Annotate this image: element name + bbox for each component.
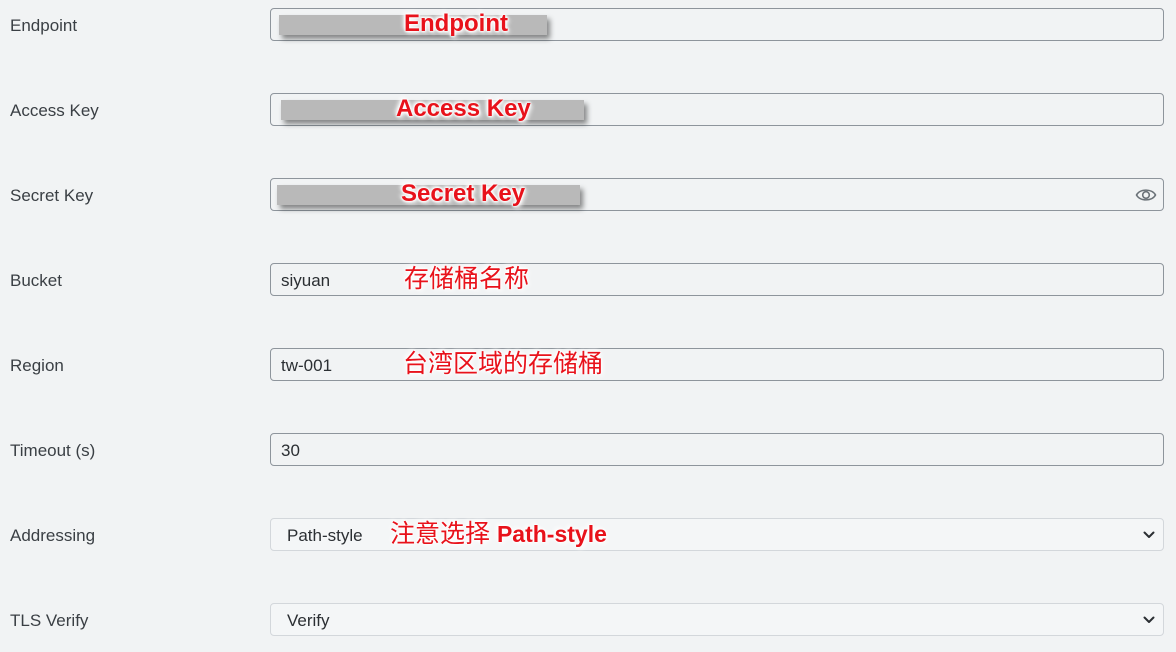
timeout-value: 30 <box>281 441 300 460</box>
tls-verify-label: TLS Verify <box>10 611 89 630</box>
region-row: Region tw-001 台湾区域的存储桶 <box>0 348 1176 384</box>
addressing-label: Addressing <box>10 526 96 545</box>
endpoint-label: Endpoint <box>10 16 78 35</box>
bucket-annotation: 存储桶名称 <box>404 265 530 293</box>
timeout-row: Timeout (s) 30 <box>0 433 1176 469</box>
secret-key-annotation: Secret Key <box>401 180 526 207</box>
endpoint-annotation: Endpoint <box>404 10 508 37</box>
access-key-label: Access Key <box>10 101 99 120</box>
secret-key-label: Secret Key <box>10 186 94 205</box>
region-annotation: 台湾区域的存储桶 <box>403 350 604 378</box>
tls-verify-row: TLS Verify Verify <box>0 603 1176 639</box>
region-label: Region <box>10 356 64 375</box>
addressing-annotation-en: Path-style <box>496 521 607 547</box>
tls-verify-selected: Verify <box>287 611 330 630</box>
secret-key-row: Secret Key Secret Key <box>0 178 1176 214</box>
eye-icon[interactable] <box>1135 185 1157 205</box>
chevron-down-icon <box>1143 616 1155 623</box>
timeout-input[interactable]: 30 <box>270 433 1164 466</box>
timeout-label: Timeout (s) <box>10 441 96 460</box>
tls-verify-select[interactable]: Verify <box>270 603 1164 636</box>
region-value: tw-001 <box>281 356 333 375</box>
access-key-annotation: Access Key <box>396 95 531 122</box>
addressing-selected: Path-style <box>287 526 363 545</box>
addressing-row: Addressing Path-style 注意选择 Path-style <box>0 518 1176 554</box>
addressing-annotation-cn: 注意选择 <box>390 520 491 548</box>
access-key-row: Access Key Access Key <box>0 93 1176 129</box>
bucket-value: siyuan <box>281 271 331 290</box>
bucket-row: Bucket siyuan 存储桶名称 <box>0 263 1176 299</box>
endpoint-row: Endpoint Endpoint <box>0 8 1176 44</box>
chevron-down-icon <box>1143 531 1155 538</box>
addressing-annotation: 注意选择 Path-style <box>390 516 607 552</box>
bucket-label: Bucket <box>10 271 62 290</box>
